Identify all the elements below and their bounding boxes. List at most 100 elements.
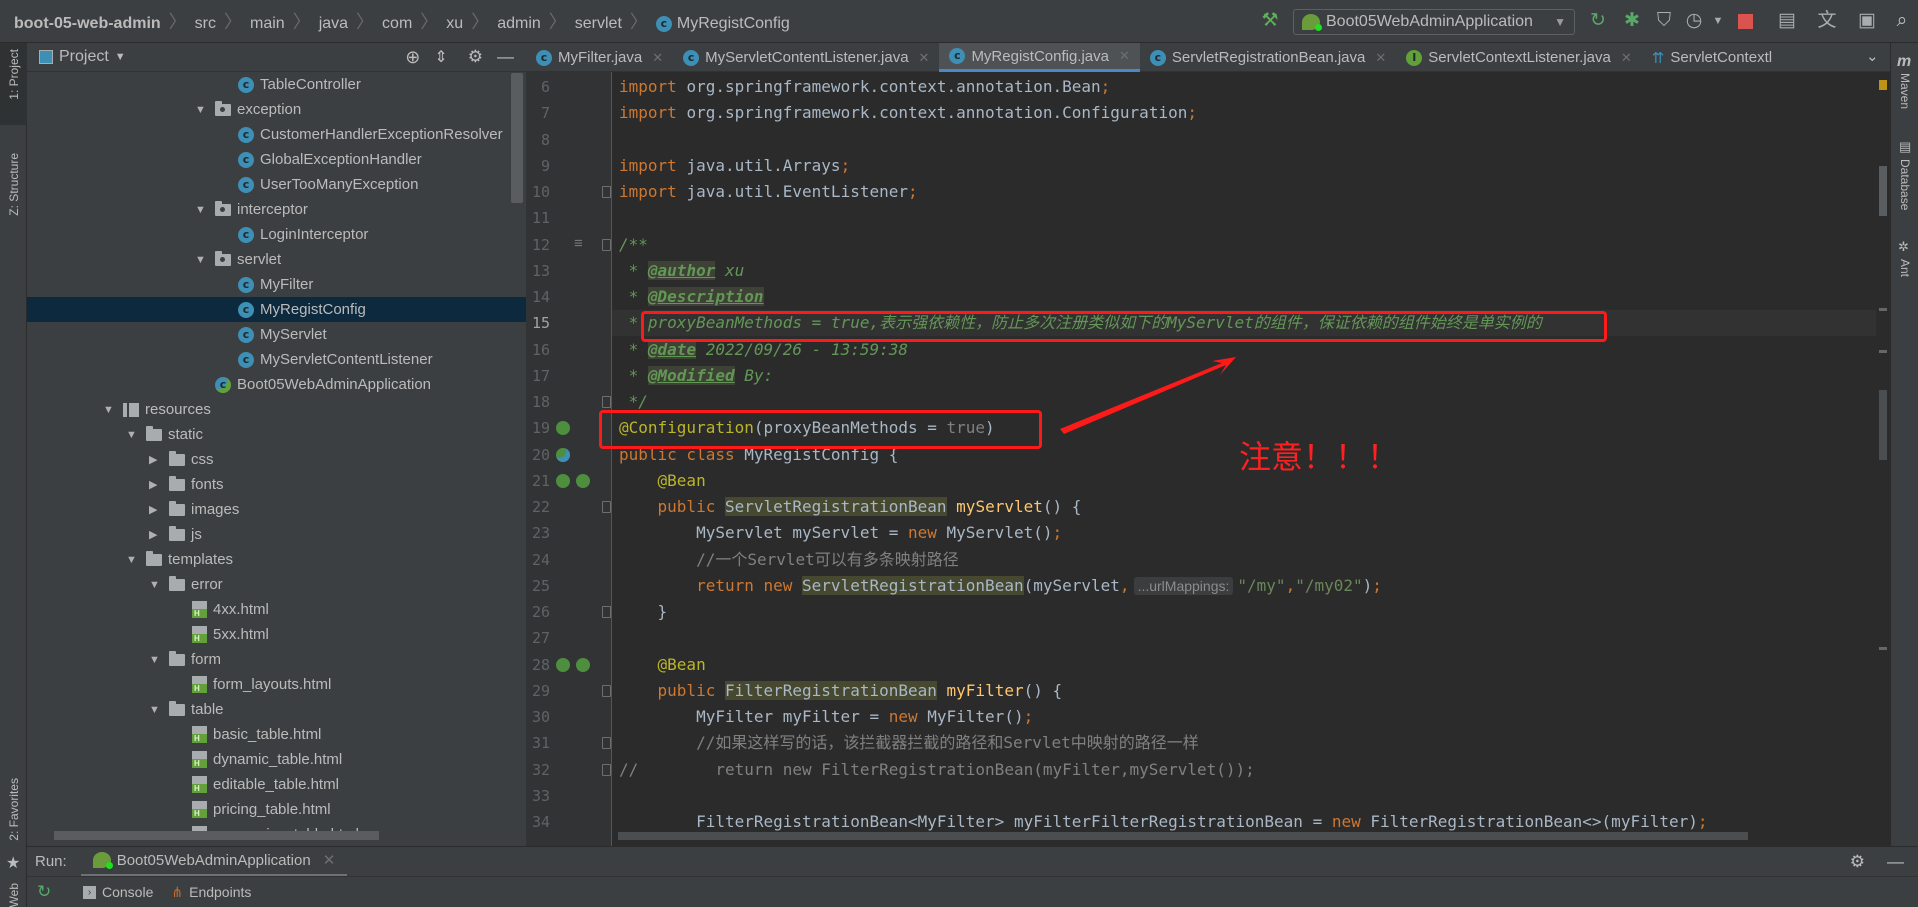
- expand-arrow-icon[interactable]: ▼: [126, 429, 146, 441]
- fold-marker-icon[interactable]: [602, 238, 611, 251]
- spring-bean-icon[interactable]: [556, 421, 570, 436]
- tab-myservletcontentlistener-java[interactable]: c MyServletContentListener.java ✕: [673, 43, 939, 72]
- tree-item[interactable]: Hform_layouts.html: [27, 672, 526, 697]
- tree-item[interactable]: ▼ exception: [27, 97, 526, 122]
- favorites-tool-label[interactable]: 2: Favorites: [7, 778, 21, 841]
- gear-icon[interactable]: ⚙: [1850, 852, 1865, 872]
- breadcrumb-item[interactable]: xu: [446, 15, 463, 32]
- translate-icon[interactable]: 文: [1815, 9, 1839, 33]
- collapse-arrow-icon[interactable]: ▶: [149, 503, 169, 516]
- tree-item[interactable]: ▼ templates: [27, 547, 526, 572]
- tab-servletregistrationbean-java[interactable]: c ServletRegistrationBean.java ✕: [1140, 43, 1396, 72]
- fold-marker-icon[interactable]: [602, 606, 611, 618]
- ant-tool-label[interactable]: Ant: [1898, 259, 1912, 277]
- close-icon[interactable]: ✕: [323, 851, 336, 869]
- expand-arrow-icon[interactable]: ▼: [149, 654, 169, 666]
- tree-item[interactable]: ▶ fonts: [27, 472, 526, 497]
- tree-item[interactable]: ▼ form: [27, 647, 526, 672]
- tree-item[interactable]: c Boot05WebAdminApplication: [27, 372, 526, 397]
- run-config-dropdown[interactable]: Boot05WebAdminApplication ▼: [1293, 9, 1575, 35]
- project-tool-label[interactable]: 1: Project: [7, 49, 21, 100]
- render-doc-icon[interactable]: ≡: [574, 235, 583, 252]
- warning-marker[interactable]: [1879, 80, 1887, 90]
- fold-marker-icon[interactable]: [602, 186, 611, 198]
- close-icon[interactable]: ✕: [919, 50, 930, 66]
- navigate-bean-icon[interactable]: [556, 473, 570, 488]
- collapse-all-icon[interactable]: ⇕: [434, 47, 447, 67]
- tree-item[interactable]: c MyFilter: [27, 272, 526, 297]
- breadcrumb-item[interactable]: com: [382, 15, 412, 32]
- maven-tool-label[interactable]: Maven: [1898, 73, 1912, 109]
- tree-item[interactable]: c LoginInterceptor: [27, 222, 526, 247]
- web-tool-label[interactable]: Web: [7, 883, 21, 907]
- tree-item[interactable]: Hbasic_table.html: [27, 722, 526, 747]
- tab-servletcontextl[interactable]: ⇈ ServletContextl: [1642, 43, 1782, 72]
- scroll-thumb[interactable]: [1879, 166, 1887, 216]
- tree-item[interactable]: c MyRegistConfig: [27, 297, 526, 322]
- database-tool-label[interactable]: Database: [1898, 159, 1912, 210]
- endpoints-tab[interactable]: Endpoints: [189, 884, 251, 900]
- tree-item[interactable]: Heditable_table.html: [27, 772, 526, 797]
- tree-item[interactable]: c MyServlet: [27, 322, 526, 347]
- expand-arrow-icon[interactable]: ▼: [103, 404, 123, 416]
- editor-horizontal-scrollbar[interactable]: [618, 832, 1748, 840]
- tree-item[interactable]: c GlobalExceptionHandler: [27, 147, 526, 172]
- tree-item[interactable]: c UserTooManyException: [27, 172, 526, 197]
- tree-item[interactable]: ▶ js: [27, 522, 526, 547]
- tree-item[interactable]: c CustomerHandlerExceptionResolver: [27, 122, 526, 147]
- fold-marker-icon[interactable]: [602, 396, 611, 408]
- tree-item[interactable]: Hpricing_table.html: [27, 797, 526, 822]
- profile-icon[interactable]: ◷: [1682, 9, 1706, 33]
- rerun-icon[interactable]: ↻: [37, 882, 67, 902]
- search-icon[interactable]: ⌕: [1890, 9, 1914, 33]
- coverage-icon[interactable]: ⛉: [1652, 9, 1676, 33]
- gear-icon[interactable]: ⚙: [468, 47, 483, 67]
- breadcrumb-item[interactable]: MyRegistConfig: [677, 15, 790, 32]
- collapse-arrow-icon[interactable]: ▶: [149, 478, 169, 491]
- tree-item[interactable]: ▼ interceptor: [27, 197, 526, 222]
- tree-item[interactable]: ▼ resources: [27, 397, 526, 422]
- collapse-arrow-icon[interactable]: ▶: [149, 453, 169, 466]
- terminal-icon[interactable]: ▣: [1855, 9, 1879, 33]
- tree-item[interactable]: ▼ static: [27, 422, 526, 447]
- tab-myfilter-java[interactable]: c MyFilter.java ✕: [526, 43, 673, 72]
- tree-scrollbar[interactable]: [511, 73, 523, 203]
- tree-item[interactable]: ▼ servlet: [27, 247, 526, 272]
- breadcrumb-item[interactable]: main: [250, 15, 285, 32]
- breadcrumb-item[interactable]: src: [195, 15, 216, 32]
- breadcrumb-item[interactable]: java: [319, 15, 348, 32]
- tree-item[interactable]: ▼ error: [27, 572, 526, 597]
- spring-bean-icon[interactable]: [556, 447, 570, 462]
- fold-marker-icon[interactable]: [602, 737, 611, 750]
- spring-bean-icon[interactable]: [576, 473, 590, 488]
- navigate-bean-icon[interactable]: [556, 657, 570, 672]
- stop-icon[interactable]: [1738, 14, 1753, 29]
- debug-icon[interactable]: ✱: [1620, 9, 1644, 33]
- fold-marker-icon[interactable]: [602, 501, 611, 513]
- locate-icon[interactable]: ⊕: [405, 47, 420, 68]
- error-stripe[interactable]: [1876, 72, 1890, 846]
- expand-arrow-icon[interactable]: ▼: [126, 554, 146, 566]
- tab-myregistconfig-java[interactable]: c MyRegistConfig.java ✕: [939, 43, 1140, 72]
- fold-marker-icon[interactable]: [602, 684, 611, 697]
- tree-horizontal-scrollbar[interactable]: [54, 831, 379, 840]
- expand-arrow-icon[interactable]: ▼: [149, 579, 169, 591]
- expand-arrow-icon[interactable]: ▼: [195, 254, 215, 266]
- breadcrumb-item[interactable]: boot-05-web-admin: [14, 15, 161, 32]
- tab-list-chevron-icon[interactable]: ⌄: [1866, 47, 1879, 65]
- fold-marker-icon[interactable]: [602, 763, 611, 776]
- close-icon[interactable]: ✕: [1621, 50, 1632, 66]
- expand-arrow-icon[interactable]: ▼: [195, 104, 215, 116]
- tree-item[interactable]: ▼ table: [27, 697, 526, 722]
- project-tool-button[interactable]: 1: Project: [0, 43, 27, 125]
- breadcrumb-item[interactable]: servlet: [575, 15, 622, 32]
- console-tab[interactable]: Console: [102, 884, 153, 900]
- dropdown-icon[interactable]: ▼: [1706, 9, 1730, 33]
- project-view-selector[interactable]: Project: [59, 48, 109, 66]
- tree-item[interactable]: c TableController: [27, 72, 526, 97]
- rerun-icon[interactable]: ↻: [1586, 9, 1610, 33]
- project-structure-icon[interactable]: ▤: [1775, 9, 1799, 33]
- expand-arrow-icon[interactable]: ▼: [149, 704, 169, 716]
- tree-item[interactable]: ▶ images: [27, 497, 526, 522]
- breadcrumb-item[interactable]: admin: [497, 15, 541, 32]
